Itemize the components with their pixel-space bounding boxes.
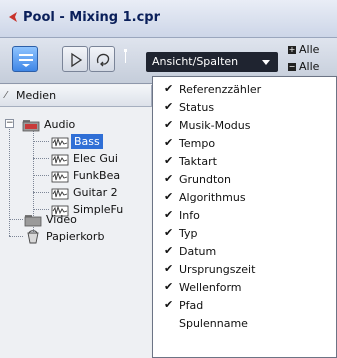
menu-item-label: Referenzzähler — [179, 83, 262, 96]
menu-item-label: Pfad — [179, 299, 204, 312]
audio-file-icon — [51, 171, 69, 183]
tree-connector — [33, 209, 49, 210]
dropdown-arrow-icon — [262, 60, 270, 65]
volume-knob-icon[interactable] — [124, 49, 127, 63]
tree-connector — [33, 158, 49, 159]
menu-item-label: Info — [179, 209, 200, 222]
menu-item-status[interactable]: ✔ Status — [153, 99, 336, 117]
file-label: FunkBea — [73, 169, 121, 182]
menu-item-label: Spulenname — [179, 317, 248, 330]
trash-icon — [27, 230, 39, 244]
view-columns-dropdown[interactable]: Ansicht/Spalten — [146, 52, 278, 72]
tree-connector — [33, 192, 49, 193]
minus-icon: − — [288, 62, 296, 71]
checkmark-icon: ✔ — [164, 280, 174, 293]
menu-item-label: Datum — [179, 245, 217, 258]
loop-button[interactable] — [89, 46, 115, 72]
video-folder-icon — [24, 215, 42, 227]
checkmark-icon: ✔ — [164, 136, 174, 149]
collapse-all-label: Alle — [299, 60, 320, 73]
menu-item-referenzzaehler[interactable]: ✔ Referenzzähler — [153, 81, 336, 99]
show-info-button[interactable] — [12, 46, 38, 72]
audio-folder-label: Audio — [44, 118, 76, 131]
checkmark-icon: ✔ — [164, 262, 174, 275]
expand-all-button[interactable]: + Alle — [288, 43, 319, 56]
tree-connector — [33, 141, 49, 142]
menu-item-typ[interactable]: ✔ Typ — [153, 225, 336, 243]
file-label: Guitar 2 — [73, 186, 118, 199]
menu-item-ursprungszeit[interactable]: ✔ Ursprungszeit — [153, 261, 336, 279]
menu-item-tempo[interactable]: ✔ Tempo — [153, 135, 336, 153]
menu-item-pfad[interactable]: ✔ Pfad — [153, 297, 336, 315]
menu-item-grundton[interactable]: ✔ Grundton — [153, 171, 336, 189]
menu-item-spulenname[interactable]: Spulenname — [153, 315, 336, 333]
play-icon — [71, 52, 83, 68]
menu-item-label: Taktart — [179, 155, 217, 168]
checkmark-icon: ✔ — [164, 190, 174, 203]
play-button[interactable] — [62, 46, 88, 72]
checkmark-icon: ✔ — [164, 226, 174, 239]
checkmark-icon: ✔ — [164, 244, 174, 257]
trash-folder-label: Papierkorb — [46, 230, 105, 243]
plus-icon: + — [288, 45, 296, 54]
collapse-audio-toggle[interactable]: − — [5, 119, 14, 128]
view-columns-menu: ✔ Referenzzähler ✔ Status ✔ Musik-Modus … — [152, 76, 337, 358]
checkmark-icon: ✔ — [164, 82, 174, 95]
checkmark-icon: ✔ — [164, 118, 174, 131]
tree-connector — [9, 219, 23, 220]
checkmark-icon: ✔ — [164, 208, 174, 221]
menu-item-musik-modus[interactable]: ✔ Musik-Modus — [153, 117, 336, 135]
menu-item-info[interactable]: ✔ Info — [153, 207, 336, 225]
video-folder-label: Video — [46, 213, 77, 226]
checkmark-icon: ✔ — [164, 154, 174, 167]
view-columns-label: Ansicht/Spalten — [152, 55, 239, 68]
menu-item-wellenform[interactable]: ✔ Wellenform — [153, 279, 336, 297]
tree-connector — [9, 236, 23, 237]
title-bar: Pool - Mixing 1.cpr — [0, 0, 337, 38]
checkmark-icon: ✔ — [164, 100, 174, 113]
checkmark-icon: ✔ — [164, 172, 174, 185]
file-label: SimpleFu — [73, 203, 124, 216]
expand-all-label: Alle — [299, 43, 320, 56]
window-title: Pool - Mixing 1.cpr — [23, 10, 161, 25]
audio-file-icon — [51, 154, 69, 166]
menu-item-label: Algorithmus — [179, 191, 246, 204]
menu-item-label: Grundton — [179, 173, 231, 186]
audio-file-icon — [51, 137, 69, 149]
menu-item-label: Tempo — [179, 137, 216, 150]
menu-item-taktart[interactable]: ✔ Taktart — [153, 153, 336, 171]
info-line-icon — [19, 54, 33, 67]
menu-item-label: Wellenform — [179, 281, 242, 294]
audio-file-icon — [51, 188, 69, 200]
menu-item-label: Ursprungszeit — [179, 263, 256, 276]
file-label: Bass — [71, 134, 103, 149]
checkmark-icon: ✔ — [164, 298, 174, 311]
cubase-logo-icon — [9, 12, 17, 22]
media-column-label: Medien — [16, 89, 57, 102]
collapse-all-button[interactable]: − Alle — [288, 60, 319, 73]
menu-item-label: Musik-Modus — [179, 119, 251, 132]
menu-item-algorithmus[interactable]: ✔ Algorithmus — [153, 189, 336, 207]
tree-connector — [33, 175, 49, 176]
menu-item-datum[interactable]: ✔ Datum — [153, 243, 336, 261]
menu-item-label: Status — [179, 101, 215, 114]
file-label: Elec Gui — [73, 152, 118, 165]
loop-icon — [96, 53, 110, 67]
audio-folder-icon — [22, 120, 40, 132]
menu-item-label: Typ — [179, 227, 198, 240]
sort-indicator-icon[interactable]: ⁄ — [5, 90, 7, 101]
